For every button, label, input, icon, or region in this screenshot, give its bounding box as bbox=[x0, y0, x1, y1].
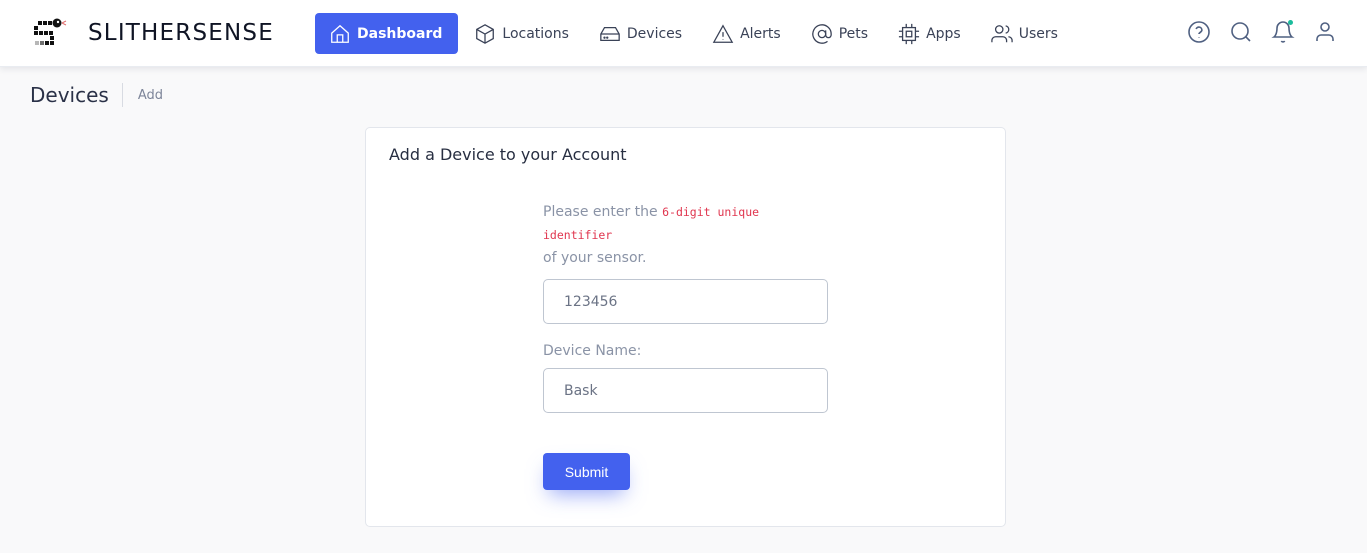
nav-label: Users bbox=[1018, 25, 1058, 42]
instruction-suffix: of your sensor. bbox=[543, 250, 647, 266]
instruction-prefix: Please enter the bbox=[543, 204, 658, 220]
users-icon bbox=[990, 24, 1013, 42]
card-title: Add a Device to your Account bbox=[389, 145, 627, 164]
nav-locations[interactable]: Locations bbox=[464, 13, 583, 54]
warning-triangle-icon bbox=[712, 23, 734, 43]
nav-label: Devices bbox=[626, 25, 683, 42]
cpu-chip-icon bbox=[898, 23, 920, 44]
nav-users[interactable]: Users bbox=[981, 13, 1072, 54]
add-device-card: Add a Device to your Account Please ente… bbox=[365, 127, 1006, 527]
add-device-form: Please enter the 6-digit unique identifi… bbox=[543, 201, 829, 490]
nav-apps[interactable]: Apps bbox=[888, 13, 975, 54]
nav-dashboard[interactable]: Dashboard bbox=[315, 13, 459, 54]
top-navbar: SLITHERSENSE Dashboard Locations Devices… bbox=[0, 0, 1367, 67]
page-title[interactable]: Devices bbox=[30, 83, 109, 107]
help-circle-icon bbox=[1188, 21, 1210, 43]
nav-devices[interactable]: Devices bbox=[589, 13, 696, 54]
breadcrumb-current: Add bbox=[137, 87, 163, 103]
help-button[interactable] bbox=[1187, 20, 1211, 44]
device-name-label: Device Name: bbox=[543, 343, 642, 359]
breadcrumb: Devices Add bbox=[30, 82, 163, 108]
identifier-input[interactable] bbox=[543, 279, 828, 324]
search-icon bbox=[1231, 22, 1251, 42]
snake-logo-icon bbox=[34, 18, 67, 45]
nav-alerts[interactable]: Alerts bbox=[702, 13, 795, 54]
notification-dot bbox=[1288, 20, 1293, 25]
cube-icon bbox=[476, 23, 495, 44]
brand[interactable]: SLITHERSENSE bbox=[32, 13, 274, 53]
header-tools bbox=[1169, 20, 1337, 44]
nav-label: Locations bbox=[502, 25, 569, 42]
user-icon bbox=[1316, 22, 1334, 41]
notifications-button[interactable] bbox=[1271, 20, 1295, 44]
device-name-input[interactable] bbox=[543, 368, 828, 413]
breadcrumb-divider bbox=[121, 83, 123, 107]
hard-drive-icon bbox=[600, 26, 620, 41]
nav-label: Alerts bbox=[740, 25, 781, 42]
search-button[interactable] bbox=[1229, 20, 1253, 44]
at-sign-icon bbox=[811, 23, 832, 44]
submit-button[interactable]: Submit bbox=[543, 453, 630, 490]
profile-button[interactable] bbox=[1313, 20, 1337, 44]
brand-name: SLITHERSENSE bbox=[88, 20, 274, 46]
nav-label: Apps bbox=[926, 25, 961, 42]
identifier-instructions: Please enter the 6-digit unique identifi… bbox=[543, 201, 803, 270]
nav-label: Pets bbox=[838, 25, 869, 42]
home-icon bbox=[331, 24, 349, 43]
main-nav: Dashboard Locations Devices Alerts Pets … bbox=[315, 13, 1078, 54]
nav-pets[interactable]: Pets bbox=[801, 13, 882, 54]
nav-label: Dashboard bbox=[357, 25, 443, 42]
